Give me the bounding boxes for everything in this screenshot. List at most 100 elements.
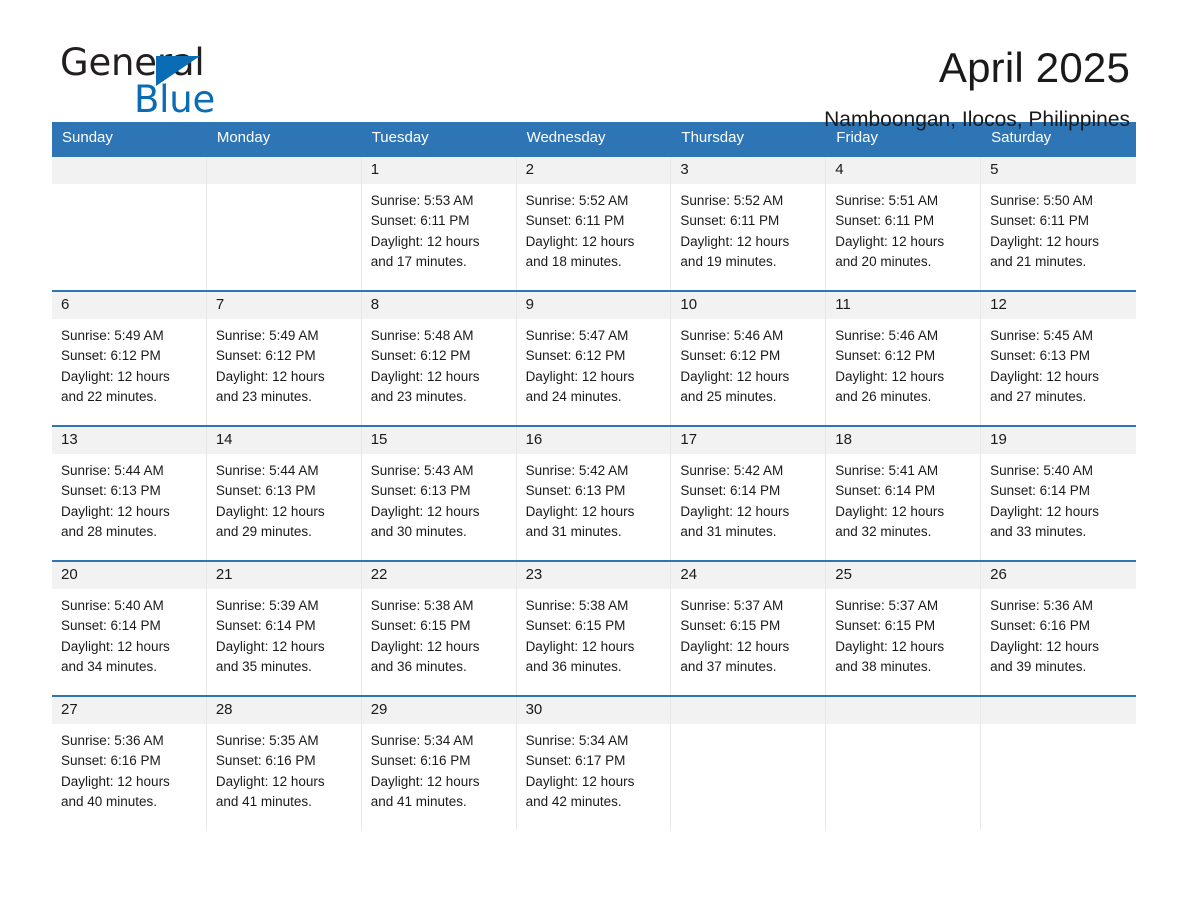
calendar-day-cell[interactable]: 16 Sunrise: 5:42 AM Sunset: 6:13 PM Dayligh…: [516, 426, 672, 560]
calendar-day-cell[interactable]: 29 Sunrise: 5:34 AM Sunset: 6:16 PM Dayligh…: [361, 696, 517, 830]
day-details: Sunrise: 5:44 AM Sunset: 6:13 PM Daylight:…: [207, 454, 361, 543]
sunrise-time: Sunrise: 5:38 AM: [370, 597, 474, 613]
calendar-day-cell[interactable]: 20 Sunrise: 5:40 AM Sunset: 6:14 PM Dayligh…: [52, 561, 207, 695]
calendar-day-cell[interactable]: 12 Sunrise: 5:45 AM Sunset: 6:13 PM Dayligh…: [981, 291, 1136, 425]
daylight-duration-line1: Daylight: 12 hours: [215, 638, 325, 654]
sunrise-time: Sunrise: 5:46 AM: [835, 327, 939, 343]
day-details: Sunrise: 5:53 AM Sunset: 6:11 PM Daylight:…: [362, 184, 516, 273]
sunrise-time: Sunrise: 5:38 AM: [525, 597, 629, 613]
calendar-day-cell[interactable]: 17 Sunrise: 5:42 AM Sunset: 6:14 PM Dayligh…: [671, 426, 827, 560]
sunrise-time: Sunrise: 5:41 AM: [835, 462, 939, 478]
sunrise-time: Sunrise: 5:34 AM: [370, 732, 474, 748]
sunrise-time: Sunrise: 5:49 AM: [61, 327, 164, 343]
calendar-day-cell[interactable]: 27 Sunrise: 5:36 AM Sunset: 6:16 PM Dayligh…: [52, 696, 207, 830]
calendar-day-cell[interactable]: 18 Sunrise: 5:41 AM Sunset: 6:14 PM Dayligh…: [826, 426, 982, 560]
page-header: General Blue April 2025 Namboongan, Iloc…: [0, 0, 1188, 131]
daylight-duration-line2: and 37 minutes.: [680, 659, 777, 675]
daylight-duration-line1: Daylight: 12 hours: [835, 233, 945, 249]
sunrise-time: Sunrise: 5:53 AM: [370, 192, 474, 208]
daylight-duration-line2: and 29 minutes.: [215, 524, 312, 540]
day-number: 18: [826, 426, 981, 454]
calendar-day-cell[interactable]: 28 Sunrise: 5:35 AM Sunset: 6:16 PM Dayligh…: [206, 696, 362, 830]
day-number: 13: [52, 426, 206, 454]
day-details: Sunrise: 5:43 AM Sunset: 6:13 PM Daylight:…: [362, 454, 516, 543]
day-number: 21: [206, 561, 361, 589]
day-number: 10: [671, 291, 826, 319]
weekday-header-thursday: Thursday: [681, 129, 744, 146]
calendar-day-cell[interactable]: 11 Sunrise: 5:46 AM Sunset: 6:12 PM Dayligh…: [826, 291, 982, 425]
day-number: 19: [981, 426, 1136, 454]
sunrise-time: Sunrise: 5:47 AM: [525, 327, 629, 343]
calendar-table: Sunday Monday Tuesday Wednesday Thursday…: [52, 122, 1136, 830]
daylight-duration-line2: and 31 minutes.: [680, 524, 777, 540]
day-number: [981, 696, 1136, 724]
daylight-duration-line2: and 34 minutes.: [61, 659, 158, 675]
day-number: 7: [206, 291, 361, 319]
daylight-duration-line1: Daylight: 12 hours: [525, 368, 635, 384]
sunset-time: Sunset: 6:15 PM: [680, 618, 781, 634]
daylight-duration-line1: Daylight: 12 hours: [835, 638, 945, 654]
daylight-duration-line1: Daylight: 12 hours: [215, 503, 325, 519]
day-details: Sunrise: 5:38 AM Sunset: 6:15 PM Daylight:…: [517, 589, 671, 678]
daylight-duration-line1: Daylight: 12 hours: [680, 503, 790, 519]
daylight-duration-line2: and 30 minutes.: [370, 524, 467, 540]
daylight-duration-line1: Daylight: 12 hours: [990, 503, 1099, 519]
calendar-day-cell[interactable]: 25 Sunrise: 5:37 AM Sunset: 6:15 PM Dayligh…: [826, 561, 982, 695]
day-number: 4: [826, 156, 981, 184]
daylight-duration-line2: and 23 minutes.: [215, 389, 312, 405]
weekday-header-saturday: Saturday: [991, 129, 1052, 146]
calendar-day-cell[interactable]: 23 Sunrise: 5:38 AM Sunset: 6:15 PM Dayligh…: [516, 561, 672, 695]
calendar-day-cell[interactable]: 4 Sunrise: 5:51 AM Sunset: 6:11 PM Daylight…: [826, 156, 982, 290]
calendar-day-cell[interactable]: 10 Sunrise: 5:46 AM Sunset: 6:12 PM Dayligh…: [671, 291, 827, 425]
calendar-day-cell[interactable]: 7 Sunrise: 5:49 AM Sunset: 6:12 PM Daylight…: [206, 291, 362, 425]
daylight-duration-line1: Daylight: 12 hours: [61, 368, 170, 384]
calendar-day-cell[interactable]: 14 Sunrise: 5:44 AM Sunset: 6:13 PM Dayligh…: [206, 426, 362, 560]
calendar-day-cell[interactable]: 19 Sunrise: 5:40 AM Sunset: 6:14 PM Dayligh…: [981, 426, 1136, 560]
calendar-day-cell[interactable]: 9 Sunrise: 5:47 AM Sunset: 6:12 PM Daylight…: [516, 291, 672, 425]
day-details: Sunrise: 5:48 AM Sunset: 6:12 PM Daylight:…: [362, 319, 516, 408]
daylight-duration-line2: and 24 minutes.: [525, 389, 622, 405]
day-details: Sunrise: 5:34 AM Sunset: 6:16 PM Daylight:…: [362, 724, 516, 813]
day-details: Sunrise: 5:49 AM Sunset: 6:12 PM Daylight:…: [207, 319, 361, 408]
calendar-week-row: 13 Sunrise: 5:44 AM Sunset: 6:13 PM Dayligh…: [52, 424, 1136, 560]
sunset-time: Sunset: 6:16 PM: [215, 753, 316, 769]
day-details: Sunrise: 5:49 AM Sunset: 6:12 PM Daylight:…: [52, 319, 206, 408]
calendar-day-cell-empty: [981, 696, 1136, 830]
daylight-duration-line2: and 41 minutes.: [370, 794, 467, 810]
daylight-duration-line1: Daylight: 12 hours: [61, 638, 170, 654]
logo-text-blue: Blue: [134, 78, 216, 121]
calendar-day-cell[interactable]: 3 Sunrise: 5:52 AM Sunset: 6:11 PM Daylight…: [671, 156, 827, 290]
day-number: 15: [361, 426, 516, 454]
sunset-time: Sunset: 6:12 PM: [525, 348, 626, 364]
day-details: Sunrise: 5:39 AM Sunset: 6:14 PM Daylight:…: [207, 589, 361, 678]
calendar-day-cell[interactable]: 24 Sunrise: 5:37 AM Sunset: 6:15 PM Dayligh…: [671, 561, 827, 695]
day-details: Sunrise: 5:36 AM Sunset: 6:16 PM Daylight:…: [981, 589, 1136, 678]
calendar-day-cell[interactable]: 15 Sunrise: 5:43 AM Sunset: 6:13 PM Dayligh…: [361, 426, 517, 560]
calendar-day-cell[interactable]: 5 Sunrise: 5:50 AM Sunset: 6:11 PM Daylight…: [981, 156, 1136, 290]
day-details: Sunrise: 5:42 AM Sunset: 6:13 PM Daylight:…: [517, 454, 671, 543]
calendar-day-cell[interactable]: 6 Sunrise: 5:49 AM Sunset: 6:12 PM Daylight…: [52, 291, 207, 425]
calendar-day-cell[interactable]: 8 Sunrise: 5:48 AM Sunset: 6:12 PM Daylight…: [361, 291, 517, 425]
daylight-duration-line2: and 20 minutes.: [835, 254, 932, 270]
calendar-day-cell[interactable]: 26 Sunrise: 5:36 AM Sunset: 6:16 PM Dayligh…: [981, 561, 1136, 695]
day-number: 11: [826, 291, 981, 319]
day-number: [826, 696, 981, 724]
sunset-time: Sunset: 6:12 PM: [370, 348, 471, 364]
calendar-day-cell[interactable]: 21 Sunrise: 5:39 AM Sunset: 6:14 PM Dayligh…: [206, 561, 362, 695]
daylight-duration-line2: and 23 minutes.: [370, 389, 467, 405]
daylight-duration-line2: and 31 minutes.: [525, 524, 622, 540]
calendar-day-cell[interactable]: 30 Sunrise: 5:34 AM Sunset: 6:17 PM Dayligh…: [516, 696, 672, 830]
daylight-duration-line2: and 41 minutes.: [215, 794, 312, 810]
sunset-time: Sunset: 6:13 PM: [525, 483, 626, 499]
sunrise-time: Sunrise: 5:37 AM: [680, 597, 784, 613]
sunset-time: Sunset: 6:13 PM: [370, 483, 471, 499]
calendar-day-cell[interactable]: 22 Sunrise: 5:38 AM Sunset: 6:15 PM Dayligh…: [361, 561, 517, 695]
calendar-day-cell[interactable]: 2 Sunrise: 5:52 AM Sunset: 6:11 PM Daylight…: [516, 156, 672, 290]
sunset-time: Sunset: 6:12 PM: [680, 348, 781, 364]
day-number: 29: [361, 696, 516, 724]
sunset-time: Sunset: 6:15 PM: [835, 618, 936, 634]
sunrise-time: Sunrise: 5:43 AM: [370, 462, 474, 478]
calendar-day-cell[interactable]: 1 Sunrise: 5:53 AM Sunset: 6:11 PM Daylight…: [361, 156, 517, 290]
calendar-day-cell[interactable]: 13 Sunrise: 5:44 AM Sunset: 6:13 PM Dayligh…: [52, 426, 207, 560]
day-number: [52, 156, 206, 184]
